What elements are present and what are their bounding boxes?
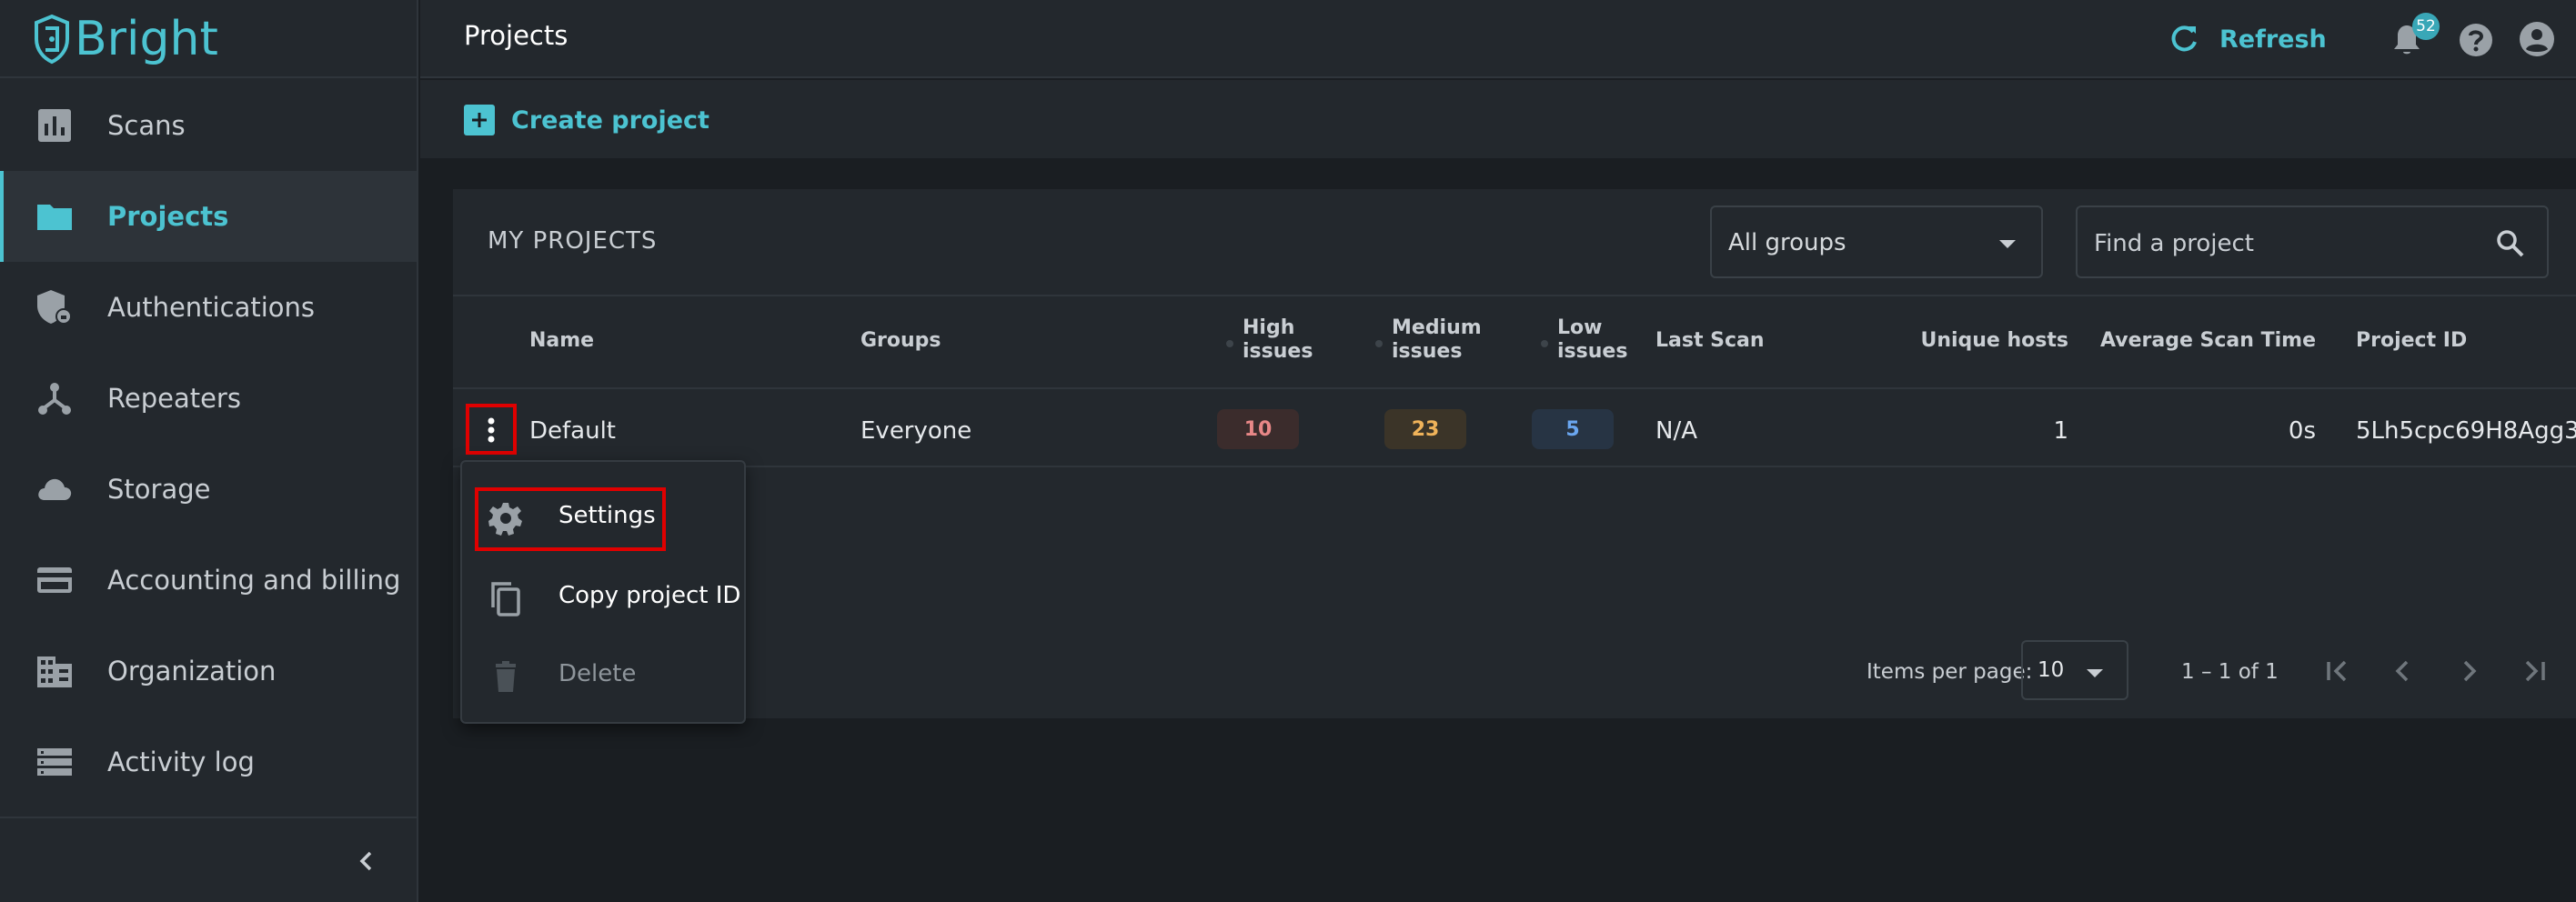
row-actions-menu: Settings Copy project ID Delete [460, 460, 746, 724]
column-header-high-issues[interactable]: High issues [1226, 316, 1315, 364]
more-vertical-icon [488, 417, 495, 443]
sidebar-item-activity-log[interactable]: Activity log [0, 717, 417, 807]
column-header-low-issues[interactable]: Low issues [1541, 316, 1630, 364]
column-header-name[interactable]: Name [529, 329, 594, 353]
sidebar-item-scans[interactable]: Scans [0, 80, 417, 171]
bright-logo-icon [35, 14, 69, 65]
previous-page-icon[interactable] [2385, 653, 2421, 689]
column-header-label: High issues [1243, 316, 1313, 363]
sidebar-item-storage[interactable]: Storage [0, 444, 417, 535]
sort-indicator [1375, 340, 1383, 347]
notification-badge: 52 [2412, 13, 2440, 40]
divider [0, 817, 418, 818]
sidebar-item-label: Organization [107, 656, 277, 687]
column-header-label: Low issues [1557, 316, 1628, 363]
page-title: Projects [464, 20, 569, 51]
sidebar-item-label: Repeaters [107, 383, 241, 414]
help-icon[interactable] [2458, 22, 2494, 58]
trash-icon [496, 661, 516, 692]
card-title: MY PROJECTS [488, 227, 658, 255]
cell-unique-hosts: 1 [2053, 417, 2068, 445]
create-project-label: Create project [511, 105, 709, 135]
shield-lock-icon [37, 290, 72, 325]
next-page-icon[interactable] [2450, 653, 2487, 689]
pagination-range: 1 – 1 of 1 [2181, 660, 2279, 684]
app-logo[interactable]: Bright [33, 9, 218, 69]
list-icon [37, 748, 72, 776]
logo-text: Bright [75, 12, 218, 66]
menu-item-settings[interactable]: Settings [462, 482, 744, 555]
menu-item-label: Copy project ID [558, 582, 741, 609]
projects-card: MY PROJECTS All groups Name Groups High … [453, 189, 2576, 718]
sort-indicator [1541, 340, 1548, 347]
cloud-icon [38, 478, 72, 500]
gear-icon [488, 503, 522, 536]
sidebar-item-label: Activity log [107, 747, 255, 777]
divider [453, 295, 2576, 296]
refresh-button[interactable]: Refresh [2167, 16, 2327, 62]
cell-project-id: 5Lh5cpc69H8Agg3c [2356, 417, 2576, 445]
medium-issues-badge: 23 [1384, 409, 1466, 449]
sidebar-item-organization[interactable]: Organization [0, 626, 417, 717]
sidebar-item-label: Scans [107, 110, 186, 141]
search-input[interactable] [2094, 226, 2476, 262]
column-header-groups[interactable]: Groups [860, 329, 941, 353]
divider [453, 387, 2576, 389]
last-page-icon[interactable] [2516, 653, 2552, 689]
sidebar-item-label: Storage [107, 474, 211, 505]
high-issues-badge: 10 [1217, 409, 1299, 449]
group-filter-value: All groups [1728, 229, 1846, 256]
menu-item-label: Delete [558, 660, 637, 687]
sidebar-item-label: Accounting and billing [107, 565, 401, 596]
menu-item-label: Settings [558, 502, 656, 529]
sidebar-item-label: Projects [107, 201, 229, 232]
first-page-icon[interactable] [2319, 653, 2356, 689]
account-icon[interactable] [2518, 20, 2556, 58]
chevron-left-icon[interactable] [351, 846, 382, 877]
column-header-unique-hosts[interactable]: Unique hosts [1868, 329, 2068, 353]
top-header: Projects Refresh 52 [420, 0, 2576, 78]
plus-icon [464, 105, 495, 135]
toolbar: Create project [420, 80, 2576, 158]
menu-item-delete: Delete [462, 640, 744, 713]
column-header-last-scan[interactable]: Last Scan [1655, 329, 1765, 353]
divider [0, 76, 418, 78]
items-per-page-value: 10 [2038, 658, 2065, 682]
sidebar: Bright Scans Projects Authentications Re… [0, 0, 418, 902]
copy-icon [491, 582, 520, 616]
row-actions-button[interactable] [466, 404, 517, 455]
column-header-medium-issues[interactable]: Medium issues [1375, 316, 1483, 364]
menu-item-copy-project-id[interactable]: Copy project ID [462, 562, 744, 635]
refresh-icon [2171, 25, 2197, 52]
sidebar-item-authentications[interactable]: Authentications [0, 262, 417, 353]
chevron-down-icon [2087, 669, 2103, 677]
cell-average-scan-time: 0s [2288, 417, 2316, 445]
sidebar-item-repeaters[interactable]: Repeaters [0, 353, 417, 444]
low-issues-badge: 5 [1532, 409, 1614, 449]
chevron-down-icon [1999, 240, 2016, 248]
create-project-button[interactable]: Create project [464, 104, 709, 136]
column-header-average-scan-time[interactable]: Average Scan Time [2090, 329, 2316, 353]
sidebar-item-accounting-billing[interactable]: Accounting and billing [0, 535, 417, 626]
search-icon[interactable] [2494, 227, 2527, 260]
group-filter-select[interactable]: All groups [1710, 205, 2043, 278]
cell-groups: Everyone [860, 417, 972, 445]
column-header-project-id[interactable]: Project ID [2356, 329, 2467, 353]
refresh-label: Refresh [2219, 25, 2327, 54]
items-per-page-label: Items per page: [1867, 660, 2033, 684]
bar-chart-icon [38, 109, 71, 142]
sort-indicator [1226, 340, 1233, 347]
building-icon [37, 656, 72, 687]
sidebar-item-label: Authentications [107, 292, 315, 323]
sidebar-item-projects[interactable]: Projects [0, 171, 417, 262]
column-header-label: Medium issues [1392, 316, 1482, 363]
folder-icon [37, 205, 72, 230]
items-per-page-select[interactable]: 10 [2021, 640, 2128, 700]
divider [453, 466, 2576, 467]
credit-card-icon [37, 567, 72, 593]
cell-name[interactable]: Default [529, 416, 616, 446]
project-search [2076, 205, 2549, 278]
repeater-icon [38, 383, 71, 415]
cell-last-scan: N/A [1655, 417, 1697, 445]
